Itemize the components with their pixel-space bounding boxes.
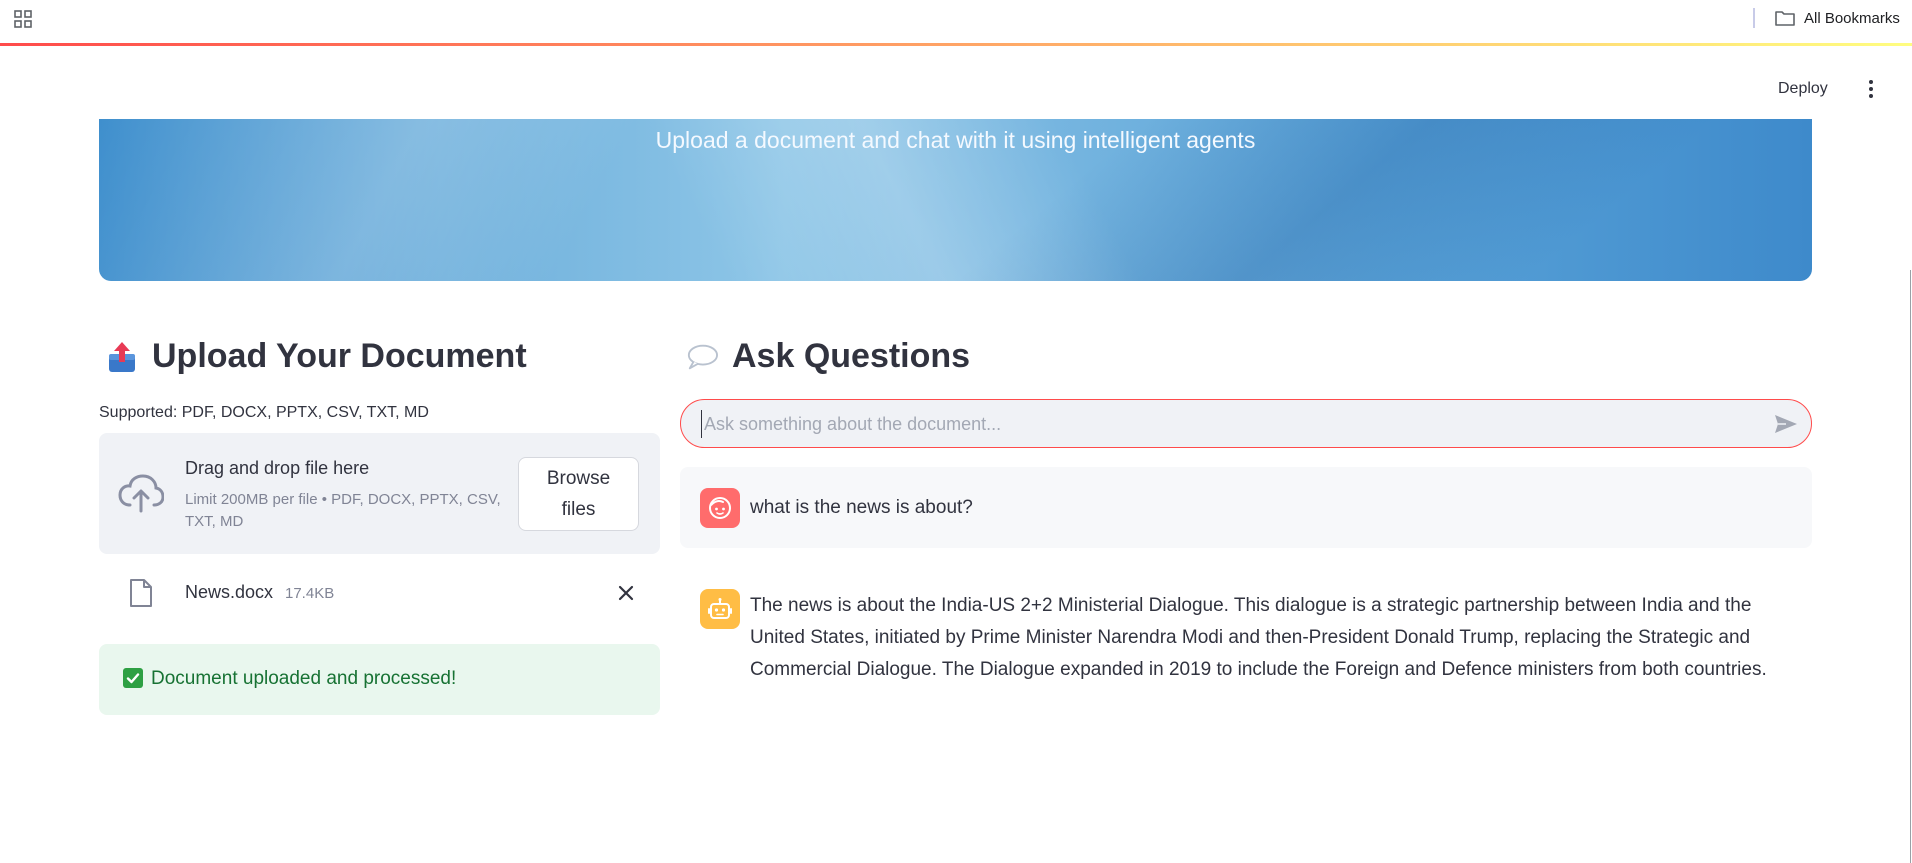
more-vertical-icon [1869, 80, 1873, 84]
folder-icon [1775, 11, 1795, 26]
all-bookmarks-button[interactable]: All Bookmarks [1774, 7, 1900, 29]
all-bookmarks-label: All Bookmarks [1804, 9, 1900, 27]
supported-formats-text: Supported: PDF, DOCX, PPTX, CSV, TXT, MD [99, 404, 429, 421]
banner-subtitle: Upload a document and chat with it using… [655, 127, 1256, 153]
upload-section-title: Upload Your Document [106, 337, 527, 376]
chat-input-container [680, 399, 1812, 448]
file-icon [130, 579, 152, 607]
file-size: 17.4KB [285, 585, 335, 602]
speech-balloon-icon [687, 344, 718, 369]
ask-section-title: Ask Questions [686, 337, 970, 376]
file-dropzone[interactable]: Drag and drop file here Limit 200MB per … [99, 433, 660, 554]
deploy-button[interactable]: Deploy [1770, 76, 1836, 102]
smiley-face-icon [709, 497, 731, 519]
ask-title-text: Ask Questions [732, 337, 971, 375]
cloud-upload-icon [118, 474, 164, 513]
chat-input[interactable] [701, 410, 1721, 438]
main-menu-button[interactable] [1860, 76, 1882, 102]
user-avatar [700, 488, 740, 528]
outbox-tray-icon [109, 341, 135, 372]
chat-message-user: what is the news is about? [680, 467, 1812, 548]
dropzone-title: Drag and drop file here [185, 458, 370, 478]
close-icon[interactable] [615, 582, 637, 604]
chat-message-assistant: The news is about the India-US 2+2 Minis… [680, 568, 1812, 688]
check-mark-icon [123, 668, 143, 688]
success-message: Document uploaded and processed! [151, 668, 457, 689]
dropzone-limit-text: Limit 200MB per file • PDF, DOCX, PPTX, … [185, 491, 501, 530]
header-decoration [0, 43, 1912, 46]
success-alert: Document uploaded and processed! [99, 644, 660, 715]
browse-files-button[interactable]: Browse files [518, 457, 639, 531]
apps-grid-icon[interactable] [13, 9, 33, 29]
uploaded-file-row: News.docx 17.4KB [99, 570, 660, 618]
bookmark-bar: All Bookmarks [0, 0, 1912, 36]
user-message-text: what is the news is about? [750, 497, 973, 518]
bookmark-divider [1753, 8, 1755, 28]
assistant-message-text: The news is about the India-US 2+2 Minis… [750, 595, 1767, 680]
robot-icon [708, 598, 732, 619]
assistant-avatar [700, 589, 740, 629]
file-name: News.docx [185, 582, 274, 602]
send-icon[interactable] [1773, 413, 1799, 435]
scrollbar[interactable] [1910, 270, 1911, 863]
upload-title-text: Upload Your Document [152, 337, 527, 375]
hero-banner: Upload a document and chat with it using… [99, 119, 1812, 281]
